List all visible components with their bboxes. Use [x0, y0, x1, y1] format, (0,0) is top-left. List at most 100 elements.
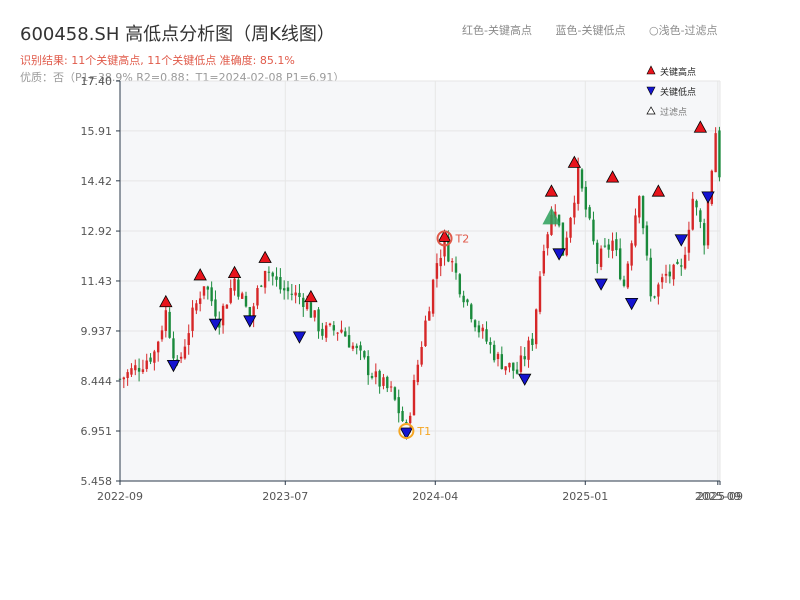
- x-tick-label: 2024-04: [412, 490, 458, 503]
- candle-body: [134, 365, 137, 371]
- candle-body: [137, 367, 141, 372]
- candle-body: [195, 303, 198, 311]
- candle-body: [122, 377, 126, 380]
- candle-body: [519, 355, 523, 372]
- candle-body: [576, 166, 580, 204]
- candle-body: [683, 254, 687, 269]
- candle-body: [313, 310, 316, 318]
- candle-body: [481, 327, 484, 332]
- candle-body: [672, 264, 675, 280]
- candle-body: [603, 245, 607, 247]
- candle-body: [179, 356, 183, 359]
- candle-body: [229, 287, 232, 303]
- candle-body: [298, 292, 301, 298]
- candle-body: [538, 276, 542, 312]
- candle-body: [130, 368, 133, 375]
- candle-body: [584, 186, 588, 210]
- candle-body: [401, 410, 404, 422]
- candle: [626, 261, 630, 290]
- candle-body: [615, 239, 618, 251]
- candle-body: [496, 353, 500, 360]
- candle-body: [580, 169, 584, 189]
- legend-high-label: 关键高点: [660, 66, 696, 78]
- candle-body: [714, 133, 717, 173]
- candle: [718, 126, 721, 182]
- candle-body: [233, 278, 236, 291]
- candle-body: [168, 311, 171, 338]
- candle-body: [626, 263, 630, 288]
- y-tick-label: 14.42: [81, 175, 113, 188]
- candle-body: [324, 325, 328, 338]
- candle-body: [531, 338, 534, 345]
- candle-body: [500, 354, 504, 369]
- candle-body: [378, 370, 381, 387]
- candle-body: [718, 130, 721, 178]
- candle: [393, 386, 397, 402]
- annotation-label-t2: T2: [455, 232, 470, 245]
- candle-body: [153, 351, 156, 363]
- y-tick-label: 9.937: [81, 325, 113, 338]
- candle-body: [237, 279, 240, 297]
- candle-body: [489, 341, 492, 345]
- candle-body: [607, 244, 610, 250]
- candle-body: [221, 305, 225, 326]
- candle-body: [191, 307, 194, 331]
- candle-body: [634, 215, 637, 246]
- x-axis-ticks: 2022-09 2023-07 2024-04 2025-01 2025-092025-…: [97, 481, 743, 503]
- candle-body: [225, 304, 229, 309]
- candle-body: [638, 196, 641, 218]
- candle-body: [473, 320, 477, 328]
- candle-body: [328, 323, 332, 326]
- candle-body: [504, 366, 507, 371]
- x-tick-label: 2025-01: [562, 490, 608, 503]
- candle-body: [527, 340, 530, 360]
- candle-body: [592, 219, 595, 242]
- candle-body: [382, 377, 385, 386]
- candle-body: [282, 288, 286, 291]
- candle-body: [172, 338, 175, 359]
- candle-body: [214, 299, 217, 317]
- candle-body: [164, 310, 168, 331]
- candle: [645, 221, 649, 261]
- x-tick-label: 2025-09: [697, 490, 743, 503]
- candle-body: [542, 250, 546, 274]
- candle-body: [340, 329, 343, 333]
- candle-body: [599, 248, 603, 267]
- candle-body: [198, 298, 202, 304]
- candle-body: [416, 364, 420, 383]
- candle-body: [321, 328, 324, 336]
- candle-body: [641, 196, 645, 229]
- candle-body: [183, 346, 187, 359]
- candle-body: [657, 284, 660, 297]
- candle-body: [267, 271, 271, 273]
- candle-body: [523, 356, 526, 360]
- candle-body: [374, 371, 378, 378]
- candle-body: [699, 210, 702, 222]
- candle-body: [596, 242, 599, 264]
- candle-body: [294, 292, 297, 296]
- candle-body: [485, 329, 488, 342]
- candle-body: [336, 332, 339, 334]
- candle-body: [263, 271, 267, 288]
- candle: [580, 168, 584, 192]
- candle-body: [309, 302, 313, 318]
- candle-body: [611, 240, 614, 251]
- candle-body: [691, 198, 694, 230]
- x-tick-label: 2023-07: [262, 490, 308, 503]
- candle-body: [206, 286, 210, 290]
- candle-body: [664, 273, 668, 276]
- candle-body: [279, 277, 282, 290]
- candle-body: [359, 345, 362, 351]
- candle-body: [680, 265, 683, 267]
- candle-body: [458, 274, 462, 295]
- candle-body: [389, 386, 393, 388]
- candle-body: [466, 299, 469, 303]
- candle-body: [645, 225, 649, 256]
- candlestick-chart: T1 T2 17.40 15.91 14.42 12.92 11.43 9.937 8.444…: [81, 65, 743, 503]
- y-tick-label: 17.40: [81, 75, 113, 88]
- candle-body: [344, 331, 347, 337]
- candle-body: [260, 285, 263, 287]
- candle: [412, 374, 416, 416]
- candle-body: [515, 369, 519, 374]
- candle-body: [405, 421, 408, 423]
